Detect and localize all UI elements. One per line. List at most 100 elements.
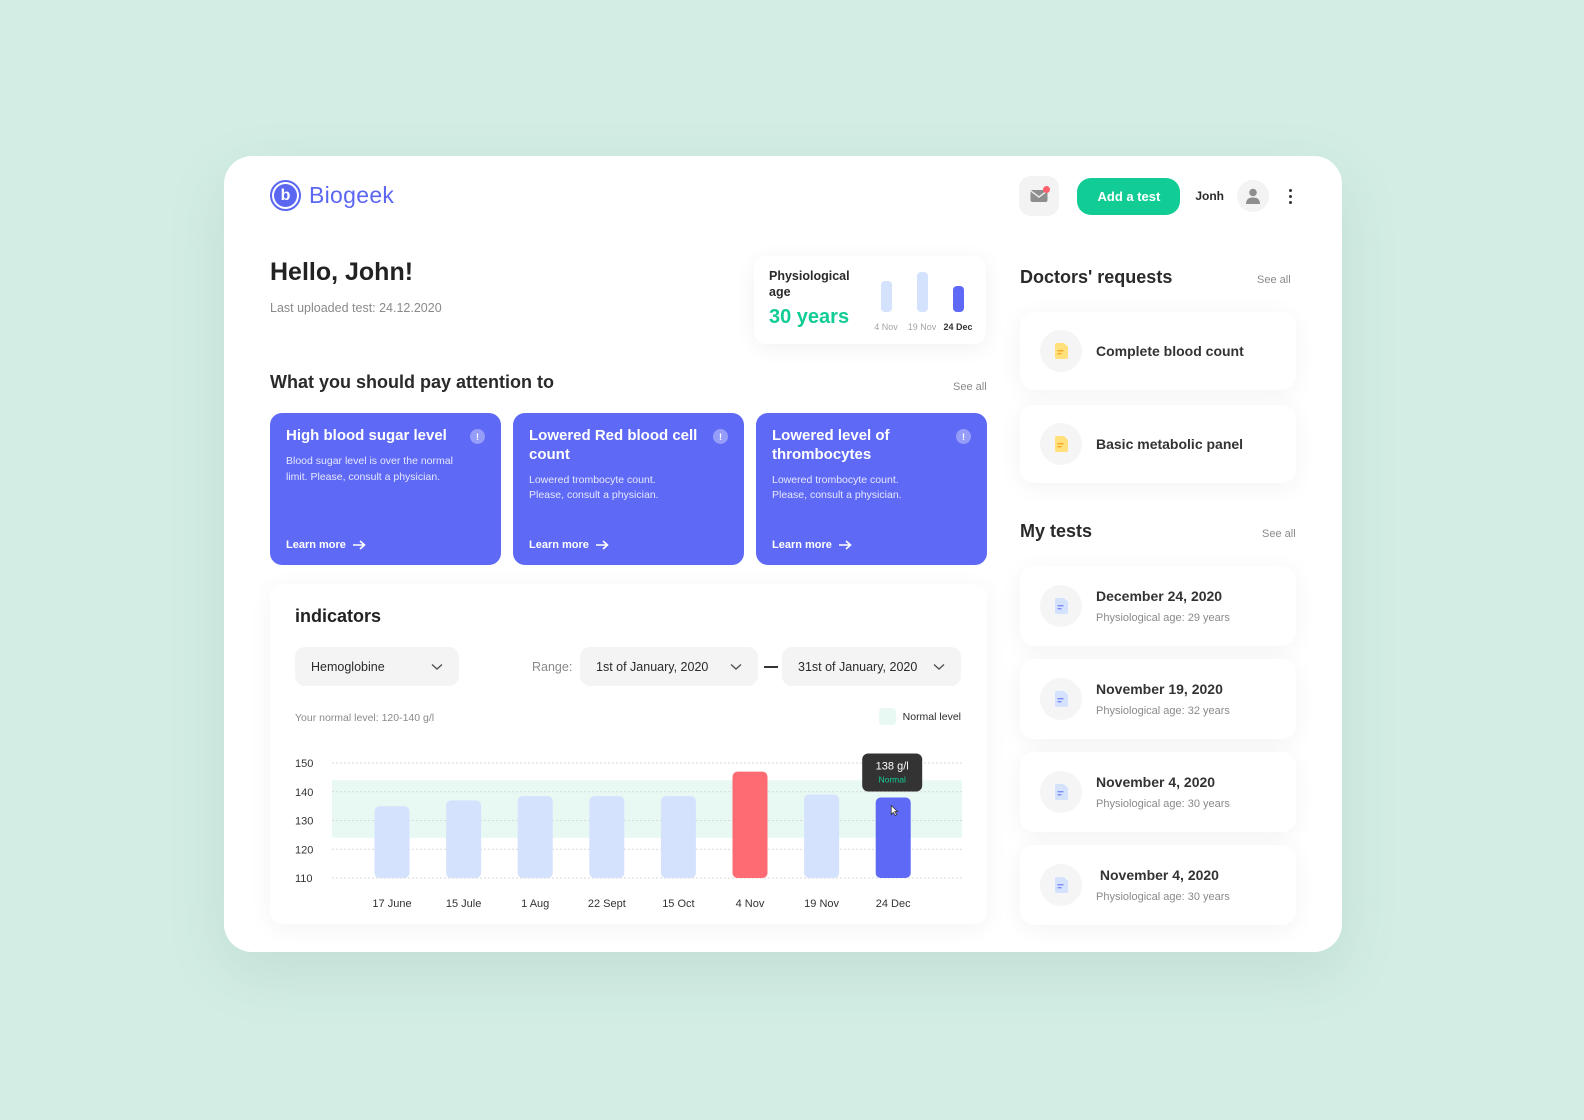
alert-text: Blood sugar level is over the normal lim… xyxy=(286,454,453,483)
mini-bar xyxy=(952,285,964,312)
document-icon xyxy=(1054,343,1068,359)
learn-more-label: Learn more xyxy=(286,539,346,551)
document-icon xyxy=(1054,784,1068,800)
test-date: November 4, 2020 xyxy=(1096,867,1219,883)
chart-legend: Normal level xyxy=(878,708,961,725)
test-date: November 19, 2020 xyxy=(1096,681,1223,697)
document-icon-wrapper xyxy=(1040,423,1082,465)
app-name: Biogeek xyxy=(309,182,395,208)
alert-title: Lowered level of thrombocytes xyxy=(772,427,890,463)
test-item[interactable]: November 4, 2020 Physiological age: 30 y… xyxy=(1020,752,1296,832)
bar-17-june[interactable] xyxy=(374,806,410,878)
mini-bar-label: 19 Nov xyxy=(907,322,937,332)
physiological-age-card[interactable]: Physiological age 30 years 4 Nov 19 Nov 24… xyxy=(754,256,986,344)
learn-more-label: Learn more xyxy=(529,539,589,551)
user-name[interactable]: Jonh xyxy=(1195,189,1224,203)
tooltip-status: Normal xyxy=(878,775,906,785)
my-tests-title: My tests xyxy=(1020,521,1093,541)
last-uploaded-text: Last uploaded test: 24.12.2020 xyxy=(270,301,442,315)
indicator-select[interactable]: Hemoglobine xyxy=(295,647,459,686)
chevron-down-icon xyxy=(431,663,443,670)
range-separator xyxy=(764,666,778,668)
test-item[interactable]: November 4, 2020 Physiological age: 30 y… xyxy=(1020,845,1296,925)
add-test-button[interactable]: Add a test xyxy=(1077,177,1181,215)
document-icon-wrapper xyxy=(1040,771,1082,813)
physiological-age-mini-chart: 4 Nov 19 Nov 24 Dec xyxy=(872,266,980,332)
test-physiological-age: Physiological age: 29 years xyxy=(1096,612,1230,624)
my-tests-see-all-link[interactable]: See all xyxy=(1262,528,1296,540)
range-to-select[interactable]: 31st of January, 2020 xyxy=(782,647,961,686)
range-from-value: 1st of January, 2020 xyxy=(596,659,709,674)
attention-title: What you should pay attention to xyxy=(270,372,554,392)
alert-text: Lowered trombocyte count. Please, consul… xyxy=(529,473,659,502)
indicators-card: indicators Hemoglobine Range: 1st of Jan… xyxy=(270,584,987,924)
learn-more-link[interactable]: Learn more xyxy=(286,539,366,551)
test-physiological-age: Physiological age: 32 years xyxy=(1096,705,1230,717)
messages-button[interactable] xyxy=(1019,176,1060,216)
info-icon[interactable]: ! xyxy=(713,429,728,444)
indicators-title: indicators xyxy=(295,606,382,626)
greeting: Hello, John! Last uploaded test: 24.12.2… xyxy=(270,258,442,315)
x-tick-label: 1 Aug xyxy=(521,898,549,910)
unread-badge xyxy=(1043,186,1051,193)
x-tick-label: 17 June xyxy=(372,898,411,910)
logo-icon: b xyxy=(270,180,301,211)
y-tick-label: 140 xyxy=(295,787,313,799)
arrow-right-icon xyxy=(838,540,852,550)
arrow-right-icon xyxy=(595,540,609,550)
test-item[interactable]: December 24, 2020 Physiological age: 29 … xyxy=(1020,566,1296,646)
bar-1-aug[interactable] xyxy=(517,796,553,878)
test-physiological-age: Physiological age: 30 years xyxy=(1096,798,1230,810)
test-item[interactable]: November 19, 2020 Physiological age: 32 … xyxy=(1020,659,1296,739)
request-item[interactable]: Basic metabolic panel xyxy=(1020,405,1296,483)
document-icon-wrapper xyxy=(1040,864,1082,906)
tooltip-value: 138 g/l xyxy=(876,761,909,773)
x-tick-label: 15 Jule xyxy=(446,898,481,910)
document-icon xyxy=(1054,436,1068,452)
range-label: Range: xyxy=(532,660,573,674)
alert-card[interactable]: Lowered level of thrombocytes ! Lowered … xyxy=(756,413,987,565)
test-date: December 24, 2020 xyxy=(1096,588,1223,604)
learn-more-link[interactable]: Learn more xyxy=(772,539,852,551)
mini-bar xyxy=(880,281,892,312)
info-icon[interactable]: ! xyxy=(956,429,971,444)
avatar[interactable] xyxy=(1237,180,1269,212)
mini-bar-label: 4 Nov xyxy=(874,322,898,332)
logo[interactable]: b Biogeek xyxy=(270,180,394,211)
request-item[interactable]: Complete blood count xyxy=(1020,312,1296,390)
x-tick-label: 24 Dec xyxy=(876,898,911,910)
hemoglobin-bar-chart: 110 120 130 140 150 17 June 15 Jule 1 Aug 22 Sep… xyxy=(295,753,962,910)
bar-19-nov[interactable] xyxy=(804,794,840,878)
info-icon[interactable]: ! xyxy=(470,429,485,444)
x-tick-label: 4 Nov xyxy=(736,898,765,910)
chart-tooltip xyxy=(862,753,923,792)
range-to-value: 31st of January, 2020 xyxy=(798,659,918,674)
chevron-down-icon xyxy=(933,663,945,670)
request-name: Complete blood count xyxy=(1096,343,1244,359)
bar-15-oct[interactable] xyxy=(660,796,696,878)
chevron-down-icon xyxy=(730,663,742,670)
learn-more-link[interactable]: Learn more xyxy=(529,539,609,551)
document-icon-wrapper xyxy=(1040,678,1082,720)
document-icon xyxy=(1054,877,1068,893)
mini-bar-label: 24 Dec xyxy=(943,322,973,332)
legend-label: Normal level xyxy=(902,710,961,723)
doctors-requests-see-all-link[interactable]: See all xyxy=(1257,274,1291,286)
alert-card[interactable]: High blood sugar level ! Blood sugar lev… xyxy=(270,413,501,565)
document-icon-wrapper xyxy=(1040,330,1082,372)
more-menu-icon[interactable] xyxy=(1285,187,1296,206)
x-tick-label: 15 Oct xyxy=(662,898,694,910)
bar-15-jule[interactable] xyxy=(446,800,482,878)
physiological-age-value: 30 years xyxy=(769,306,850,328)
attention-see-all-link[interactable]: See all xyxy=(953,381,987,393)
range-from-select[interactable]: 1st of January, 2020 xyxy=(580,647,758,686)
y-tick-label: 110 xyxy=(295,873,313,885)
alert-card[interactable]: Lowered Red blood cell count ! Lowered t… xyxy=(513,413,744,565)
x-tick-label: 19 Nov xyxy=(804,898,839,910)
dashboard-window: b Biogeek Add a test Jonh Hello, John! L… xyxy=(224,156,1342,952)
header-actions: Add a test Jonh xyxy=(1019,176,1296,216)
y-tick-label: 120 xyxy=(295,844,313,856)
bar-22-sept[interactable] xyxy=(589,796,625,878)
bar-4-nov[interactable] xyxy=(732,771,768,878)
arrow-right-icon xyxy=(352,540,366,550)
